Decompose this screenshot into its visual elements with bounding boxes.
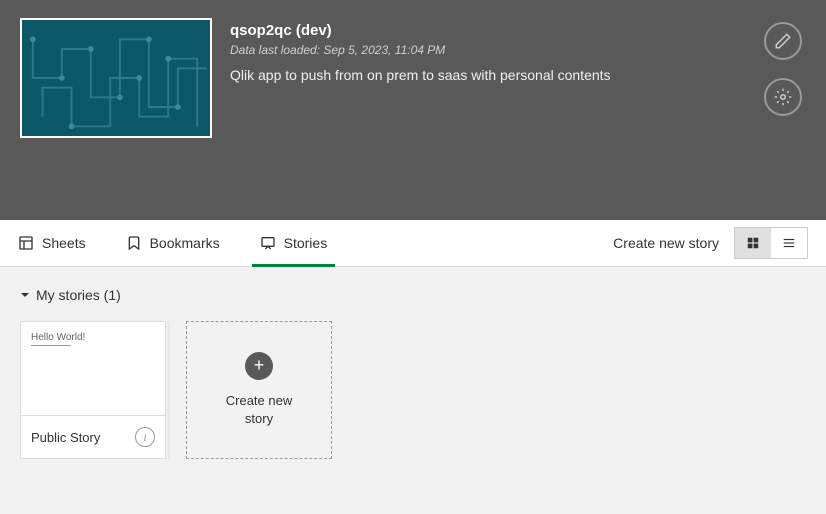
edit-button[interactable]	[764, 22, 802, 60]
plus-icon: +	[245, 352, 273, 380]
app-info: qsop2qc (dev) Data last loaded: Sep 5, 2…	[230, 22, 611, 83]
info-icon[interactable]: i	[135, 427, 155, 447]
pencil-icon	[774, 32, 792, 50]
tab-sheets[interactable]: Sheets	[18, 220, 86, 266]
tab-sheets-label: Sheets	[42, 235, 86, 251]
app-meta: Data last loaded: Sep 5, 2023, 11:04 PM	[230, 43, 611, 57]
tab-bar: Sheets Bookmarks Stories Create new stor…	[0, 220, 826, 267]
list-icon	[782, 236, 796, 250]
content-area: My stories (1) Hello World! Public Story…	[0, 267, 826, 514]
grid-icon	[746, 236, 760, 250]
create-card-label: Create newstory	[226, 392, 292, 428]
story-card[interactable]: Hello World! Public Story i	[20, 321, 166, 459]
sheets-icon	[18, 235, 34, 251]
create-new-story-link[interactable]: Create new story	[613, 235, 719, 251]
stories-icon	[260, 235, 276, 251]
bookmark-icon	[126, 235, 142, 251]
settings-button[interactable]	[764, 78, 802, 116]
app-header: qsop2qc (dev) Data last loaded: Sep 5, 2…	[0, 0, 826, 220]
tab-bookmarks-label: Bookmarks	[150, 235, 220, 251]
create-story-card[interactable]: + Create newstory	[186, 321, 332, 459]
gear-icon	[774, 88, 792, 106]
tab-bookmarks[interactable]: Bookmarks	[126, 220, 220, 266]
list-view-toggle[interactable]	[771, 228, 807, 258]
preview-text: Hello World!	[31, 332, 85, 343]
chevron-down-icon	[20, 290, 30, 300]
view-toggles	[734, 227, 808, 259]
app-thumbnail	[20, 18, 212, 138]
tab-stories-label: Stories	[284, 235, 328, 251]
tab-stories[interactable]: Stories	[260, 220, 328, 266]
story-footer: Public Story i	[21, 416, 165, 458]
app-title: qsop2qc (dev)	[230, 22, 611, 39]
section-title: My stories (1)	[36, 287, 121, 303]
app-description: Qlik app to push from on prem to saas wi…	[230, 67, 611, 83]
grid-view-toggle[interactable]	[735, 228, 771, 258]
story-preview: Hello World!	[21, 322, 165, 416]
cards-row: Hello World! Public Story i + Create new…	[20, 321, 806, 459]
section-header[interactable]: My stories (1)	[20, 287, 806, 303]
story-title: Public Story	[31, 430, 100, 445]
